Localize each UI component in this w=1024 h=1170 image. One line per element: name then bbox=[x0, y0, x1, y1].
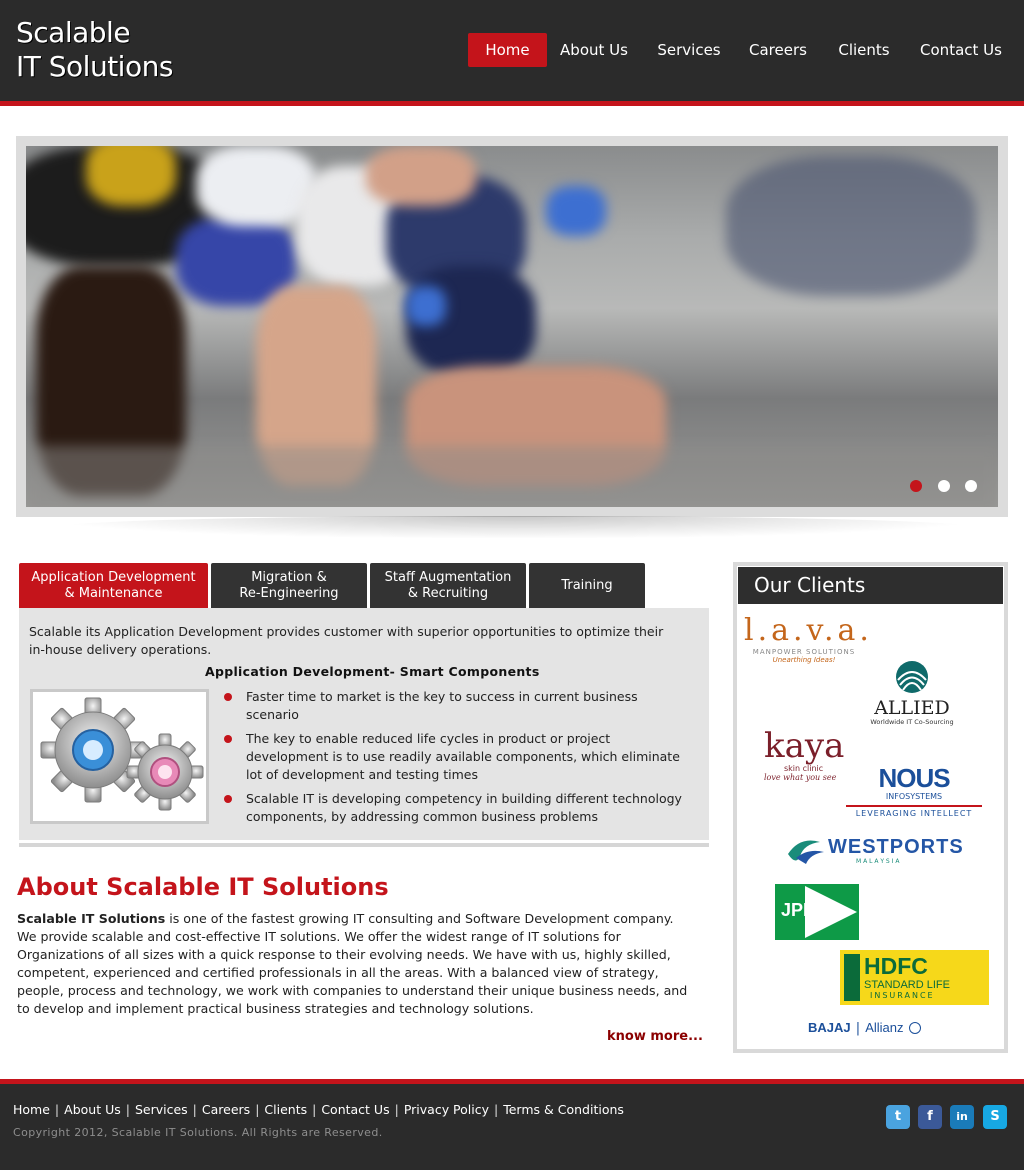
slider-dot-1[interactable] bbox=[910, 480, 922, 492]
logo-line-1: Scalable bbox=[16, 16, 131, 49]
slider-shadow bbox=[60, 516, 970, 538]
westports-wordmark: WESTPORTS bbox=[828, 836, 964, 858]
footer-link-clients[interactable]: Clients bbox=[264, 1102, 307, 1117]
panel-divider bbox=[19, 843, 709, 847]
logo-line-2: IT Solutions bbox=[16, 50, 173, 83]
about-heading: About Scalable IT Solutions bbox=[17, 873, 389, 901]
linkedin-icon[interactable]: in bbox=[950, 1105, 974, 1129]
skype-icon[interactable]: S bbox=[983, 1105, 1007, 1129]
list-item: The key to enable reduced life cycles in… bbox=[224, 730, 684, 784]
bullet-icon bbox=[224, 735, 232, 743]
client-logo-kaya: kaya skin clinic love what you see bbox=[764, 728, 854, 792]
hdfc-mark-icon bbox=[844, 954, 860, 1001]
nav-home[interactable]: Home bbox=[468, 33, 547, 67]
nous-tag: LEVERAGING INTELLECT bbox=[846, 805, 982, 818]
list-item: Scalable IT is developing competency in … bbox=[224, 790, 684, 826]
client-logo-allied: ALLIED Worldwide IT Co-Sourcing bbox=[852, 660, 972, 726]
panel-bullet-list: Faster time to market is the key to succ… bbox=[224, 688, 684, 832]
know-more-link[interactable]: know more... bbox=[607, 1029, 703, 1044]
lava-wordmark: l.a.v.a. bbox=[744, 613, 873, 648]
footer-link-services[interactable]: Services bbox=[135, 1102, 188, 1117]
bullet-icon bbox=[224, 693, 232, 701]
about-body: is one of the fastest growing IT consult… bbox=[17, 911, 688, 1016]
lava-tag: Unearthing Ideas! bbox=[772, 656, 836, 664]
tab-label: Migration & Re-Engineering bbox=[239, 569, 339, 601]
kaya-wordmark: kaya bbox=[764, 726, 845, 766]
bullet-text: Faster time to market is the key to succ… bbox=[246, 689, 638, 722]
footer-link-terms[interactable]: Terms & Conditions bbox=[503, 1102, 624, 1117]
footer-link-privacy-policy[interactable]: Privacy Policy bbox=[404, 1102, 489, 1117]
client-logo-hdfc: HDFC STANDARD LIFE INSURANCE bbox=[840, 950, 989, 1005]
company-name: Scalable IT Solutions bbox=[17, 911, 166, 926]
list-item: Faster time to market is the key to succ… bbox=[224, 688, 684, 724]
tab-application-development[interactable]: Application Development & Maintenance bbox=[19, 563, 208, 608]
westports-wave-icon bbox=[788, 840, 824, 864]
allied-wordmark: ALLIED bbox=[874, 697, 950, 719]
allied-sub: Worldwide IT Co-Sourcing bbox=[870, 718, 954, 726]
nav-careers[interactable]: Careers bbox=[744, 33, 812, 67]
slider-image-runners bbox=[26, 146, 998, 507]
client-logo-jpe: JPE bbox=[775, 884, 859, 940]
footer-link-about-us[interactable]: About Us bbox=[64, 1102, 121, 1117]
facebook-icon[interactable]: f bbox=[918, 1105, 942, 1129]
nav-clients[interactable]: Clients bbox=[831, 33, 897, 67]
nav-about-us[interactable]: About Us bbox=[554, 33, 634, 67]
tab-migration[interactable]: Migration & Re-Engineering bbox=[211, 563, 367, 608]
bullet-text: The key to enable reduced life cycles in… bbox=[246, 731, 680, 782]
panel-heading: Application Development- Smart Component… bbox=[205, 664, 540, 679]
gears-icon bbox=[30, 689, 209, 824]
footer-links: Home | About Us | Services | Careers | Clients | C… bbox=[13, 1102, 624, 1117]
footer-link-home[interactable]: Home bbox=[13, 1102, 50, 1117]
client-logo-lava: l.a.v.a. MANPOWER SOLUTIONS Unearthing I… bbox=[744, 613, 873, 678]
allianz-wordmark: Allianz bbox=[865, 1020, 904, 1035]
copyright-text: Copyright 2012, Scalable IT Solutions. A… bbox=[13, 1126, 383, 1139]
jpe-wordmark: JPE bbox=[781, 900, 816, 920]
kaya-tag: love what you see bbox=[764, 773, 837, 782]
nous-wordmark: NOUS bbox=[878, 763, 950, 793]
panel-intro-text: Scalable its Application Development pro… bbox=[29, 624, 664, 657]
slider-dot-3[interactable] bbox=[965, 480, 977, 492]
about-paragraph: Scalable IT Solutions is one of the fast… bbox=[17, 910, 697, 1018]
client-logo-bajaj-allianz: BAJAJ | Allianz bbox=[808, 1017, 958, 1037]
client-logo-nous: NOUS INFOSYSTEMS LEVERAGING INTELLECT bbox=[846, 764, 982, 820]
westports-sub: M A L A Y S I A bbox=[856, 858, 900, 865]
bajaj-wordmark: BAJAJ bbox=[808, 1020, 851, 1035]
hdfc-sub: STANDARD LIFE bbox=[864, 979, 950, 991]
tab-label: Training bbox=[561, 577, 613, 593]
tab-label: Application Development & Maintenance bbox=[31, 569, 196, 601]
bullet-icon bbox=[224, 795, 232, 803]
tab-training[interactable]: Training bbox=[529, 563, 645, 608]
client-logo-westports: WESTPORTS M A L A Y S I A bbox=[786, 834, 970, 870]
nav-services[interactable]: Services bbox=[651, 33, 727, 67]
bullet-text: Scalable IT is developing competency in … bbox=[246, 791, 682, 824]
nous-sub: INFOSYSTEMS bbox=[885, 792, 943, 801]
header-divider bbox=[0, 101, 1024, 106]
allied-emblem-icon bbox=[896, 661, 928, 693]
tab-staff-augmentation[interactable]: Staff Augmentation & Recruiting bbox=[370, 563, 526, 608]
site-logo[interactable]: Scalable IT Solutions bbox=[16, 16, 173, 84]
nav-contact-us[interactable]: Contact Us bbox=[916, 33, 1006, 67]
clients-heading: Our Clients bbox=[738, 567, 1003, 604]
allianz-eagle-icon bbox=[908, 1021, 921, 1034]
hdfc-wordmark: HDFC bbox=[864, 953, 928, 979]
twitter-icon[interactable]: t bbox=[886, 1105, 910, 1129]
slider-dot-2[interactable] bbox=[938, 480, 950, 492]
footer-link-careers[interactable]: Careers bbox=[202, 1102, 250, 1117]
lava-sub: MANPOWER SOLUTIONS bbox=[752, 648, 856, 656]
hdfc-tag: INSURANCE bbox=[870, 991, 935, 1000]
footer-link-contact-us[interactable]: Contact Us bbox=[321, 1102, 389, 1117]
tab-label: Staff Augmentation & Recruiting bbox=[384, 569, 512, 601]
